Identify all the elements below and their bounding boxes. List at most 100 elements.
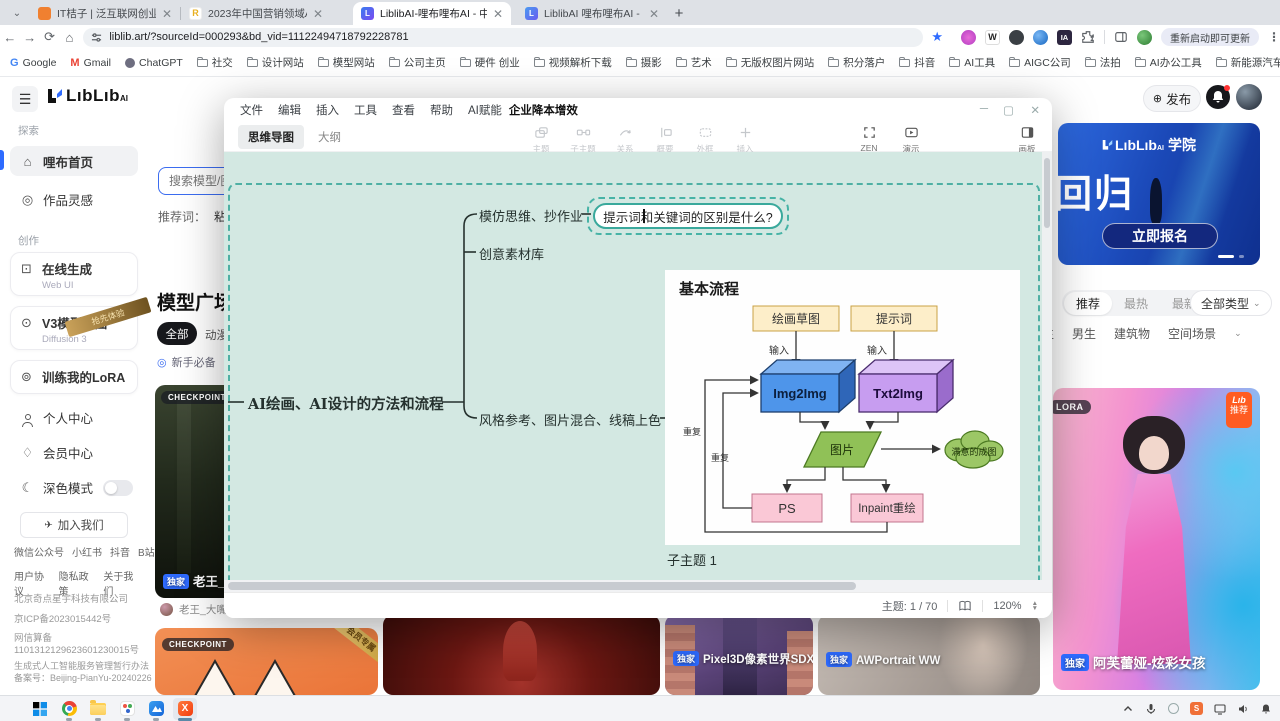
- new-tab-button[interactable]: +: [667, 1, 691, 25]
- bookmark-folder[interactable]: 公司主页: [389, 55, 446, 70]
- link-bilibili[interactable]: B站: [138, 544, 155, 559]
- tray-speaker-icon[interactable]: [1237, 703, 1249, 715]
- menu-file[interactable]: 文件: [240, 102, 263, 118]
- back-icon[interactable]: ←: [0, 30, 20, 45]
- tray-microphone-icon[interactable]: [1145, 703, 1157, 715]
- tool-insert[interactable]: 插入: [724, 125, 766, 155]
- menu-promo[interactable]: 企业降本增效: [509, 102, 578, 118]
- selected-node[interactable]: 提示词和关键词的区别是什么?: [593, 203, 783, 229]
- bookmark-item[interactable]: ChatGPT: [125, 57, 183, 69]
- tray-bell-icon[interactable]: [1260, 703, 1272, 715]
- taskbar-chrome[interactable]: [57, 698, 81, 720]
- bookmark-star-icon[interactable]: ★: [931, 29, 943, 45]
- tab-close-icon[interactable]: ✕: [649, 7, 659, 21]
- menu-help[interactable]: 帮助: [430, 102, 453, 118]
- carousel-indicator[interactable]: [1218, 255, 1234, 258]
- notification-bell-icon[interactable]: [1206, 85, 1230, 109]
- bookmark-folder[interactable]: AI工具: [949, 55, 995, 70]
- tab-recommend[interactable]: 推荐: [1064, 292, 1112, 315]
- beginner-filter[interactable]: ◎新手必备: [157, 354, 216, 370]
- forward-icon[interactable]: →: [20, 30, 40, 45]
- taskbar-explorer[interactable]: [86, 698, 110, 720]
- carousel-dot[interactable]: [1239, 255, 1244, 258]
- tool-subtopic[interactable]: 子主题: [562, 125, 604, 155]
- tool-zen[interactable]: ZEN: [848, 125, 890, 153]
- minimize-icon[interactable]: ─: [980, 103, 988, 115]
- tool-summary[interactable]: 概要: [644, 125, 686, 155]
- bookmark-folder[interactable]: 无版权图片网站: [726, 55, 815, 70]
- zoom-stepper[interactable]: ▲▼: [1032, 601, 1038, 611]
- maximize-icon[interactable]: ▢: [1003, 103, 1014, 117]
- start-button[interactable]: [28, 698, 52, 720]
- close-icon[interactable]: ✕: [1030, 103, 1040, 117]
- bookmark-item[interactable]: MGmail: [70, 57, 111, 69]
- sidebar-item-online-gen[interactable]: ⊡在线生成 Web UI: [10, 252, 138, 296]
- extension-w-icon[interactable]: W: [985, 30, 1000, 45]
- kebab-menu-icon[interactable]: ⋮: [1268, 30, 1280, 44]
- bookmark-folder[interactable]: 设计网站: [247, 55, 304, 70]
- scrollbar-thumb[interactable]: [228, 582, 856, 590]
- scrollbar-thumb[interactable]: [1044, 158, 1050, 228]
- menu-tools[interactable]: 工具: [354, 102, 377, 118]
- bookmark-folder[interactable]: 抖音: [899, 55, 935, 70]
- banner-liblib-academy[interactable]: LıbLıb AI 学院 回归 立即报名: [1058, 123, 1260, 265]
- category-chip[interactable]: 建筑物: [1114, 325, 1150, 342]
- tab-close-icon[interactable]: ✕: [162, 7, 172, 21]
- chevron-down-icon[interactable]: ⌄: [1234, 328, 1242, 339]
- mindmap-canvas[interactable]: AI绘画、AI设计的方法和流程 模仿思维、抄作业 创意素材库 风格参考、图片混合…: [224, 152, 1052, 592]
- extension-liblib-icon[interactable]: [961, 30, 976, 45]
- menu-insert[interactable]: 插入: [316, 102, 339, 118]
- taskbar-app-x-active[interactable]: X: [173, 698, 197, 720]
- category-chip[interactable]: 空间场景: [1168, 325, 1216, 342]
- tray-cast-icon[interactable]: [1214, 703, 1226, 715]
- branch-node-2[interactable]: 创意素材库: [479, 244, 544, 263]
- hamburger-menu-icon[interactable]: ☰: [12, 86, 38, 112]
- url-bar[interactable]: liblib.art/?sourceId=000293&bd_vid=11122…: [83, 28, 923, 47]
- bookmark-folder[interactable]: 艺术: [676, 55, 712, 70]
- branch-node-3[interactable]: 风格参考、图片混合、线稿上色: [479, 410, 661, 429]
- bookmark-folder[interactable]: 摄影: [626, 55, 662, 70]
- tab-mindmap[interactable]: 思维导图: [238, 125, 304, 149]
- branch-node-1[interactable]: 模仿思维、抄作业: [479, 206, 583, 225]
- horizontal-scrollbar[interactable]: [224, 580, 1052, 592]
- tray-chevron-up-icon[interactable]: [1122, 703, 1134, 715]
- extension-ia-icon[interactable]: IA: [1057, 30, 1072, 45]
- bookmark-item[interactable]: GGoogle: [10, 57, 56, 69]
- bookmark-folder[interactable]: AIGC公司: [1009, 55, 1071, 70]
- link-douyin[interactable]: 抖音: [110, 544, 130, 559]
- sidebar-item-inspiration[interactable]: ◎作品灵感: [20, 190, 93, 209]
- zoom-level[interactable]: 120%: [993, 600, 1021, 612]
- browser-tab[interactable]: R 2023年中国营销领域AIGC技术 ✕: [181, 2, 331, 25]
- tab-close-icon[interactable]: ✕: [493, 7, 503, 21]
- category-chip[interactable]: 男生: [1072, 325, 1096, 342]
- extensions-puzzle-icon[interactable]: [1081, 30, 1095, 44]
- menu-edit[interactable]: 编辑: [278, 102, 301, 118]
- bookmark-folder[interactable]: 社交: [197, 55, 233, 70]
- bookmark-folder[interactable]: 新能源汽车: [1216, 55, 1280, 70]
- user-avatar[interactable]: [1236, 84, 1262, 110]
- taskbar-app-blue[interactable]: [144, 698, 168, 720]
- chrome-update-button[interactable]: 重新启动即可更新: [1161, 28, 1259, 46]
- tool-present[interactable]: 演示: [890, 125, 932, 155]
- profile-avatar-icon[interactable]: [1137, 30, 1152, 45]
- sidebar-item-dark-mode[interactable]: ☾深色模式: [20, 478, 133, 497]
- sidebar-item-profile[interactable]: 个人中心: [20, 408, 93, 427]
- subtopic-node[interactable]: 子主题 1: [667, 550, 717, 569]
- bookmark-folder[interactable]: AI办公工具: [1135, 55, 1202, 70]
- model-card-girl[interactable]: LORA Lıb 推荐 独家阿芙蕾娅-炫彩女孩: [1053, 388, 1260, 690]
- vertical-scrollbar[interactable]: [1042, 152, 1052, 580]
- banner-cta-button[interactable]: 立即报名: [1102, 223, 1218, 249]
- flowchart-image[interactable]: 基本流程 绘画草图 提示词 输入 输入 Img2Img: [665, 270, 1020, 545]
- tab-outline[interactable]: 大纲: [318, 129, 341, 145]
- tab-search-chevron-icon[interactable]: ⌄: [6, 2, 28, 24]
- sidebar-item-member[interactable]: ♢会员中心: [20, 443, 93, 462]
- sidebar-item-train-lora[interactable]: ⊚训练我的LoRA: [10, 360, 138, 394]
- type-filter-dropdown[interactable]: 全部类型⌄: [1190, 290, 1272, 316]
- tray-app-icon[interactable]: [1168, 703, 1179, 714]
- extension-globe-icon[interactable]: [1033, 30, 1048, 45]
- root-node[interactable]: AI绘画、AI设计的方法和流程: [248, 393, 444, 414]
- outline-book-icon[interactable]: [958, 600, 972, 612]
- tab-close-icon[interactable]: ✕: [313, 7, 323, 21]
- publish-button[interactable]: ⊕发布: [1143, 85, 1201, 112]
- link-xiaohongshu[interactable]: 小红书: [72, 544, 102, 559]
